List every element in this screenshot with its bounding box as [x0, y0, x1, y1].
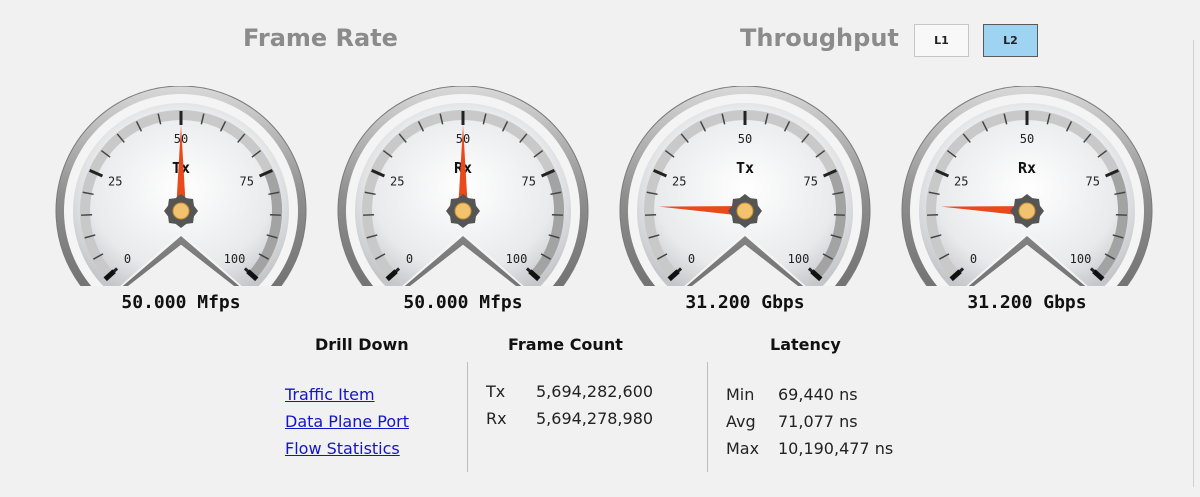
gauge-hub-center: [736, 202, 754, 220]
gauge-scale-label: 100: [788, 252, 810, 266]
frame-count-tx-label: Tx: [486, 382, 506, 401]
latency-avg-label: Avg: [726, 412, 756, 431]
frame-rate-tx-gauge: 0255075100Tx: [53, 86, 309, 286]
gauge-direction-label: Tx: [736, 159, 754, 177]
gauge-scale-label: 25: [108, 175, 122, 189]
frame-rate-tx-value: 50.000 Mfps: [121, 292, 241, 313]
gauge-dial: 0255075100Rx: [337, 86, 589, 286]
throughput-rx-gauge: 0 25 50 75 100 Rx: [899, 86, 1155, 286]
l2-toggle-button[interactable]: L2: [983, 24, 1038, 57]
traffic-item-link[interactable]: Traffic Item: [285, 385, 375, 404]
gauge-scale-label: 75: [522, 175, 536, 189]
latency-min-label: Min: [726, 385, 755, 404]
gauge-scale-label: 25: [390, 175, 404, 189]
gauge-hub-center: [172, 202, 190, 220]
latency-max-value: 10,190,477 ns: [778, 439, 894, 458]
gauge-scale-label: 100: [1070, 252, 1092, 266]
frame-count-rx-label: Rx: [486, 409, 507, 428]
drill-down-title: Drill Down: [315, 335, 409, 354]
latency-avg-value: 71,077 ns: [778, 412, 858, 431]
gauge-scale-label: 75: [240, 175, 254, 189]
frame-rate-rx-value: 50.000 Mfps: [403, 292, 523, 313]
gauge-dial: 0255075100Tx: [55, 86, 307, 286]
column-divider: [707, 362, 708, 472]
gauge-scale-label: 0: [970, 252, 977, 266]
gauge-scale-label: 0: [124, 252, 131, 266]
gauge-scale-label: 100: [506, 252, 528, 266]
throughput-title: Throughput: [740, 24, 899, 52]
gauge-scale-label: 100: [224, 252, 246, 266]
gauge-dial: 0 25 50 75 100 Tx: [619, 86, 871, 286]
data-plane-port-link[interactable]: Data Plane Port: [285, 412, 409, 431]
gauge-scale-label: 50: [1020, 132, 1034, 146]
gauge-scale-label: 0: [688, 252, 695, 266]
gauge-hub-center: [454, 202, 472, 220]
latency-min-value: 69,440 ns: [778, 385, 858, 404]
l1-toggle-button[interactable]: L1: [914, 24, 969, 57]
flow-statistics-link[interactable]: Flow Statistics: [285, 439, 400, 458]
statistics-panel: Frame Rate Throughput L1 L2 0 25 50 75 100 Tx…: [0, 0, 1200, 497]
throughput-tx-value: 31.200 Gbps: [685, 292, 805, 313]
gauge-scale-label: 25: [954, 175, 968, 189]
latency-title: Latency: [770, 335, 841, 354]
frame-count-tx-value: 5,694,282,600: [536, 382, 654, 401]
frame-rate-title: Frame Rate: [243, 24, 398, 52]
frame-rate-rx-gauge: 0255075100Rx: [335, 86, 591, 286]
gauge-scale-label: 75: [804, 175, 818, 189]
throughput-tx-gauge: 0 25 50 75 100 Tx: [617, 86, 873, 286]
gauge-direction-label: Rx: [1018, 159, 1036, 177]
throughput-rx-value: 31.200 Gbps: [967, 292, 1087, 313]
column-divider: [467, 362, 468, 472]
gauge-hub-center: [1018, 202, 1036, 220]
gauge-dial: 0 25 50 75 100 Rx: [901, 86, 1153, 286]
gauge-scale-label: 25: [672, 175, 686, 189]
latency-max-label: Max: [726, 439, 760, 458]
gauge-scale-label: 75: [1086, 175, 1100, 189]
gauge-scale-label: 0: [406, 252, 413, 266]
frame-count-title: Frame Count: [508, 335, 623, 354]
frame-count-rx-value: 5,694,278,980: [536, 409, 654, 428]
gauge-scale-label: 50: [738, 132, 752, 146]
